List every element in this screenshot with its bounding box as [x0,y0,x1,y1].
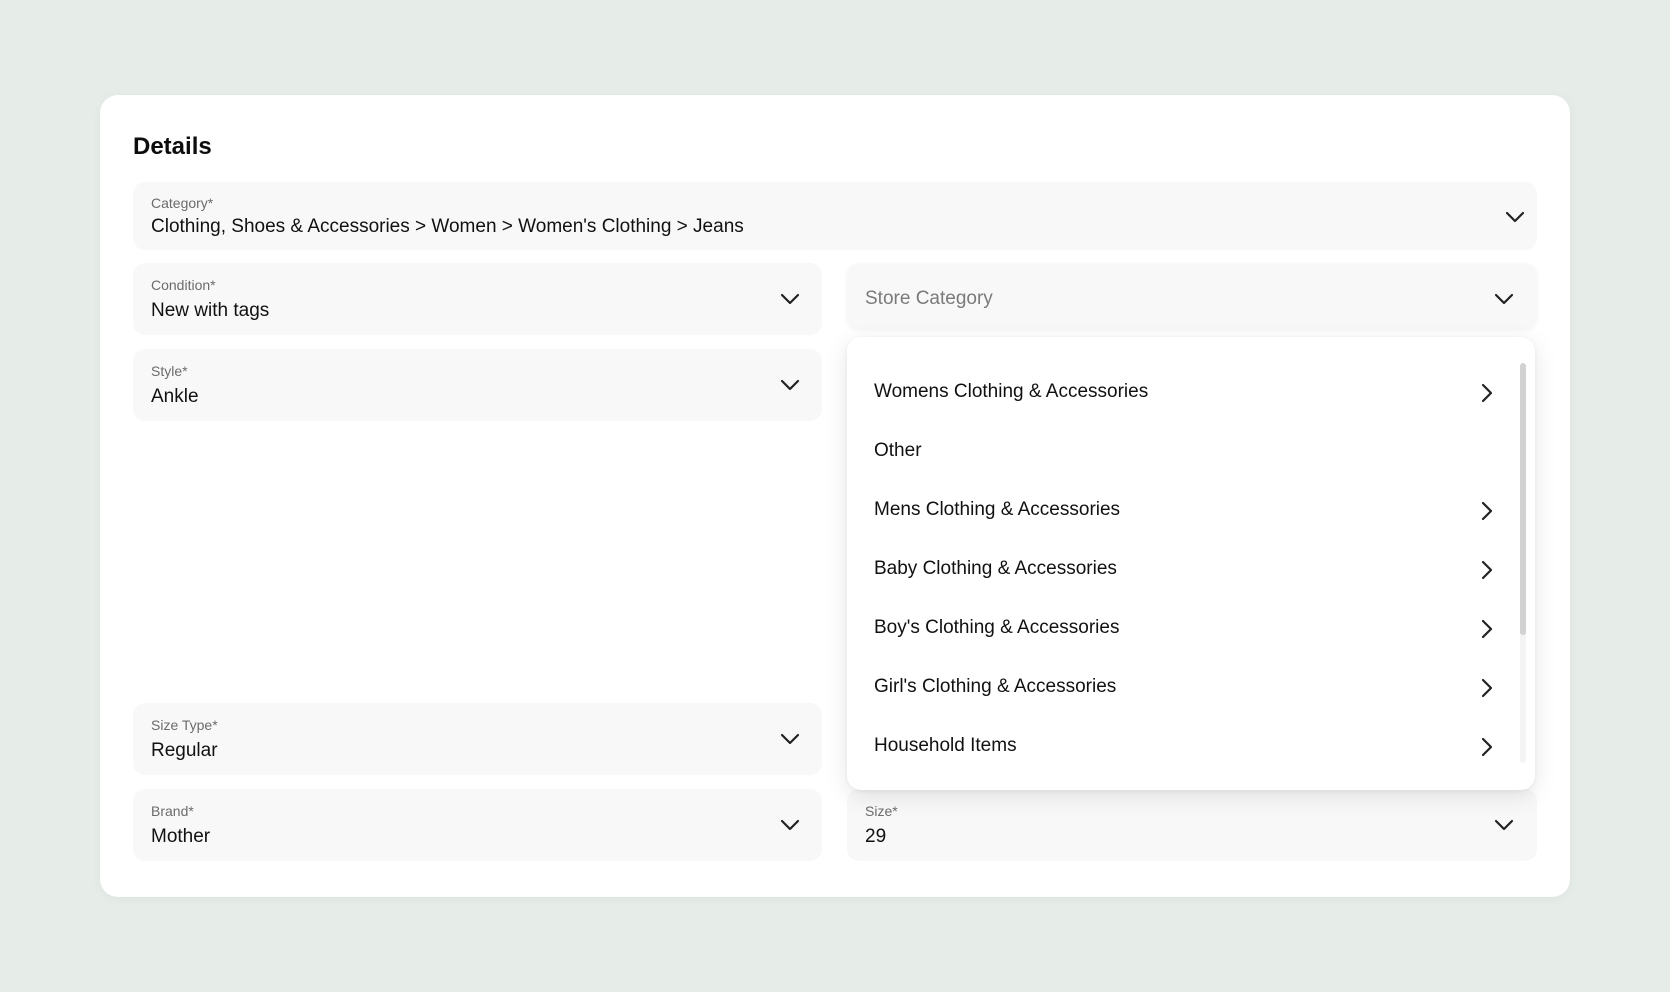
chevron-right-icon [1481,678,1493,698]
menu-item-girls-clothing[interactable]: Girl's Clothing & Accessories [847,658,1507,717]
menu-scrollbar[interactable] [1520,363,1526,763]
menu-item-label: Household Items [874,735,1017,756]
size-value: 29 [865,826,887,847]
store-category-menu: Womens Clothing & Accessories Other Mens… [847,337,1535,790]
menu-item-label: Girl's Clothing & Accessories [874,676,1117,697]
condition-select[interactable]: Condition* New with tags [133,263,822,335]
category-select[interactable]: Category* Clothing, Shoes & Accessories … [133,182,1537,250]
condition-value: New with tags [151,300,270,321]
menu-item-baby-clothing[interactable]: Baby Clothing & Accessories [847,540,1507,599]
menu-item-mens-clothing[interactable]: Mens Clothing & Accessories [847,481,1507,540]
menu-item-label: Baby Clothing & Accessories [874,558,1117,579]
size-label: Size* [865,803,898,819]
chevron-down-icon [780,733,800,745]
brand-select[interactable]: Brand* Mother [133,789,822,861]
store-category-placeholder: Store Category [865,288,993,309]
details-card: Details Category* Clothing, Shoes & Acce… [100,95,1570,897]
chevron-right-icon [1481,737,1493,757]
brand-value: Mother [151,826,211,847]
menu-item-boys-clothing[interactable]: Boy's Clothing & Accessories [847,599,1507,658]
chevron-down-icon [780,379,800,391]
store-category-select[interactable]: Store Category [847,263,1537,329]
menu-item-label: Other [874,440,922,461]
style-value: Ankle [151,386,199,407]
chevron-down-icon [780,293,800,305]
size-type-label: Size Type* [151,717,218,733]
section-title: Details [133,133,212,160]
chevron-right-icon [1481,501,1493,521]
menu-item-other[interactable]: Other [847,422,1507,481]
condition-label: Condition* [151,277,216,293]
menu-item-womens-clothing[interactable]: Womens Clothing & Accessories [847,363,1507,422]
brand-label: Brand* [151,803,194,819]
style-label: Style* [151,363,188,379]
menu-item-household-items[interactable]: Household Items [847,717,1507,776]
chevron-right-icon [1481,383,1493,403]
chevron-right-icon [1481,560,1493,580]
size-type-select[interactable]: Size Type* Regular [133,703,822,775]
category-label: Category* [151,195,214,211]
menu-item-label: Mens Clothing & Accessories [874,499,1121,520]
chevron-down-icon [780,819,800,831]
chevron-right-icon [1481,619,1493,639]
chevron-down-icon [1494,293,1514,305]
category-value: Clothing, Shoes & Accessories > Women > … [151,216,744,237]
menu-scrollbar-thumb[interactable] [1520,363,1526,635]
size-type-value: Regular [151,740,218,761]
menu-item-label: Womens Clothing & Accessories [874,381,1149,402]
chevron-down-icon [1505,211,1525,223]
menu-item-label: Boy's Clothing & Accessories [874,617,1120,638]
chevron-down-icon [1494,819,1514,831]
size-select[interactable]: Size* 29 [847,789,1537,861]
style-select[interactable]: Style* Ankle [133,349,822,421]
